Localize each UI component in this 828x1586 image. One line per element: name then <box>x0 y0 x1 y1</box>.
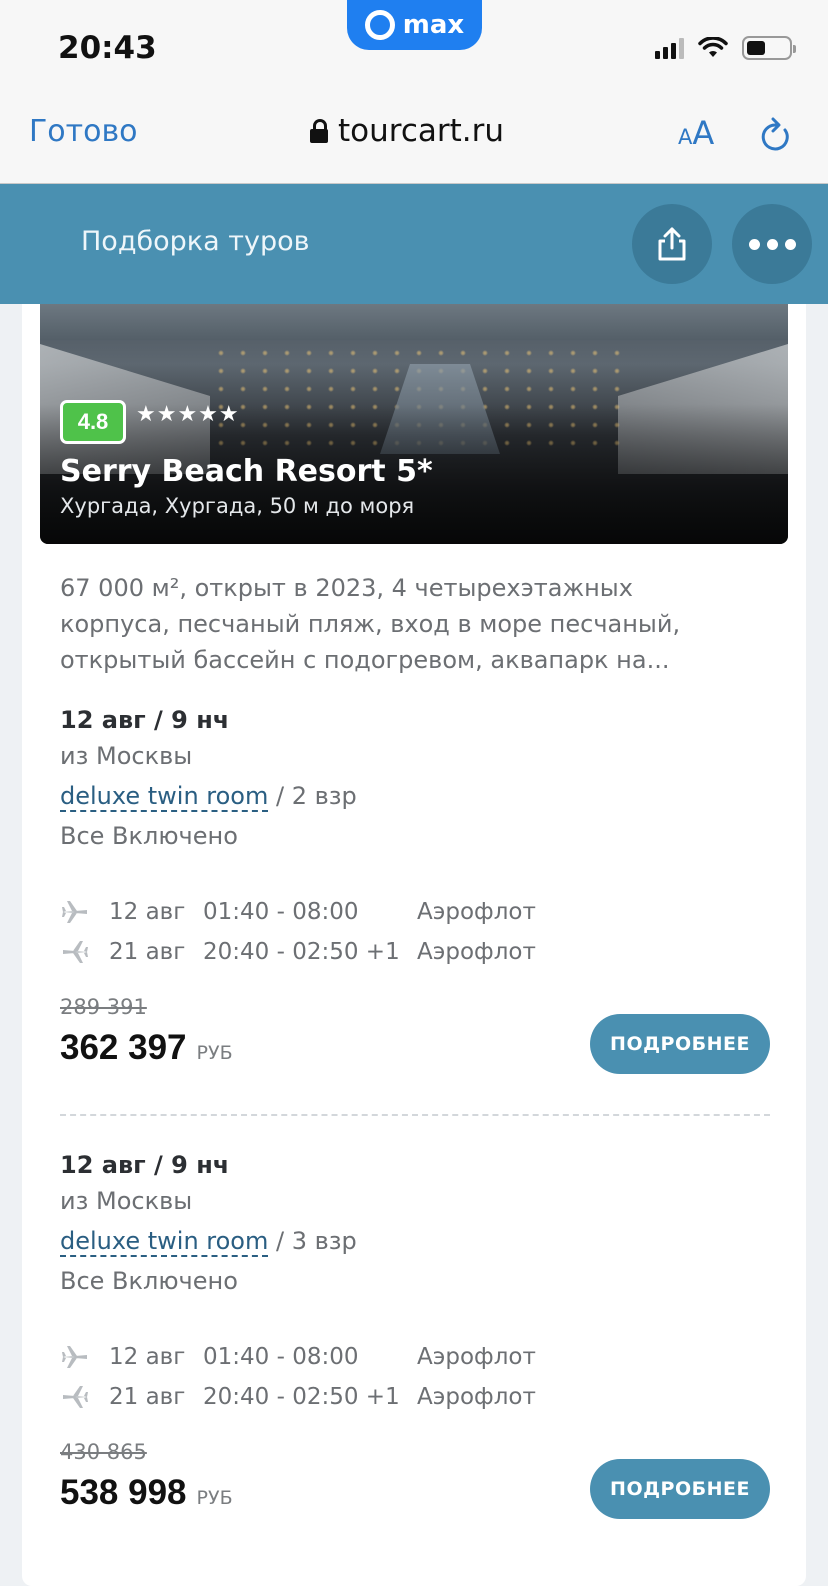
lock-icon <box>310 119 328 145</box>
hotel-card: 4.8 ★★★★★ Serry Beach Resort 5* Хургада,… <box>22 304 806 1586</box>
flight-row: 21 авг 20:40 - 02:50 +1 Аэрофлот <box>60 1377 770 1417</box>
room-type-link[interactable]: deluxe twin room <box>60 782 269 812</box>
plane-arrive-icon <box>60 937 90 967</box>
offer-meal: Все Включено <box>60 822 238 850</box>
flight-time: 20:40 - 02:50 +1 <box>203 939 400 965</box>
offer-departure: из Москвы <box>60 742 193 770</box>
wifi-icon <box>698 37 728 57</box>
price-value: 538 998 <box>60 1473 187 1512</box>
max-logo-icon <box>364 10 395 40</box>
flight-airline: Аэрофлот <box>417 1384 536 1410</box>
status-icons <box>655 36 796 60</box>
flight-date: 21 авг <box>109 939 186 965</box>
star-rating: ★★★★★ <box>136 402 240 427</box>
flight-row: 21 авг 20:40 - 02:50 +1 Аэрофлот <box>60 932 770 972</box>
flight-time: 01:40 - 08:00 <box>203 899 359 925</box>
hotel-description: 67 000 м², открыт в 2023, 4 четырехэтажн… <box>60 574 681 674</box>
offer-meal: Все Включено <box>60 1267 238 1295</box>
price-currency: РУБ <box>196 1487 233 1509</box>
flight-row: 12 авг 01:40 - 08:00 Аэрофлот <box>60 892 770 932</box>
plane-depart-icon <box>60 1342 90 1372</box>
price-block: 538 998 РУБ <box>60 1473 233 1513</box>
offer-room: deluxe twin room / 3 взр <box>60 1221 770 1261</box>
price-currency: РУБ <box>196 1042 233 1064</box>
offer-dates: 12 авг / 9 нч <box>60 706 230 734</box>
flight-date: 12 авг <box>109 1344 186 1370</box>
flight-airline: Аэрофлот <box>417 899 536 925</box>
text-size-icon[interactable]: AA <box>678 114 714 152</box>
flight-airline: Аэрофлот <box>417 1344 536 1370</box>
max-pill-label: max <box>402 10 465 40</box>
offer-divider <box>60 1114 770 1116</box>
flight-airline: Аэрофлот <box>417 939 536 965</box>
room-type-link[interactable]: deluxe twin room <box>60 1227 269 1257</box>
url-text: tourcart.ru <box>338 113 505 149</box>
clock: 20:43 <box>58 30 157 66</box>
price-row: 362 397 РУБ ПОДРОБНЕЕ <box>60 1014 770 1082</box>
battery-icon <box>742 36 796 60</box>
browser-toolbar: Готово tourcart.ru AA <box>0 96 828 184</box>
max-app-pill[interactable]: max <box>347 0 482 50</box>
share-button[interactable] <box>632 204 712 284</box>
signal-icon <box>655 37 684 59</box>
hotel-location: Хургада, Хургада, 50 м до моря <box>60 494 415 518</box>
flight-date: 21 авг <box>109 1384 186 1410</box>
room-guests: / 3 взр <box>268 1227 357 1255</box>
reload-icon[interactable] <box>758 116 794 156</box>
offer-departure: из Москвы <box>60 1187 193 1215</box>
status-bar: 20:43 max <box>0 0 828 96</box>
plane-depart-icon <box>60 897 90 927</box>
details-button[interactable]: ПОДРОБНЕЕ <box>590 1459 770 1519</box>
address-bar[interactable]: tourcart.ru <box>310 113 504 149</box>
plane-arrive-icon <box>60 1382 90 1412</box>
app-header: Подборка туров <box>0 184 828 304</box>
more-icon <box>748 238 760 250</box>
offer-room: deluxe twin room / 2 взр <box>60 776 770 816</box>
text-size-small: A <box>678 125 693 149</box>
price-row: 538 998 РУБ ПОДРОБНЕЕ <box>60 1459 770 1527</box>
hotel-photo[interactable]: 4.8 ★★★★★ Serry Beach Resort 5* Хургада,… <box>40 304 788 544</box>
details-button[interactable]: ПОДРОБНЕЕ <box>590 1014 770 1074</box>
tour-offer: 12 авг / 9 нч из Москвы deluxe twin room… <box>60 704 770 1082</box>
text-size-large: A <box>692 114 715 152</box>
flight-row: 12 авг 01:40 - 08:00 Аэрофлот <box>60 1337 770 1377</box>
share-icon <box>658 227 686 261</box>
tour-offer: 12 авг / 9 нч из Москвы deluxe twin room… <box>60 1149 770 1527</box>
rating-badge: 4.8 <box>60 400 126 444</box>
flights-list: 12 авг 01:40 - 08:00 Аэрофлот 21 авг 20:… <box>60 1337 770 1417</box>
price-block: 362 397 РУБ <box>60 1028 233 1068</box>
hotel-name[interactable]: Serry Beach Resort 5* <box>60 454 433 489</box>
flight-time: 01:40 - 08:00 <box>203 1344 359 1370</box>
page-title: Подборка туров <box>81 226 310 257</box>
room-guests: / 2 взр <box>268 782 357 810</box>
done-button[interactable]: Готово <box>29 114 138 149</box>
flight-time: 20:40 - 02:50 +1 <box>203 1384 400 1410</box>
offer-dates: 12 авг / 9 нч <box>60 1151 230 1179</box>
price-value: 362 397 <box>60 1028 187 1067</box>
flight-date: 12 авг <box>109 899 186 925</box>
more-options-button[interactable] <box>732 204 812 284</box>
flights-list: 12 авг 01:40 - 08:00 Аэрофлот 21 авг 20:… <box>60 892 770 972</box>
